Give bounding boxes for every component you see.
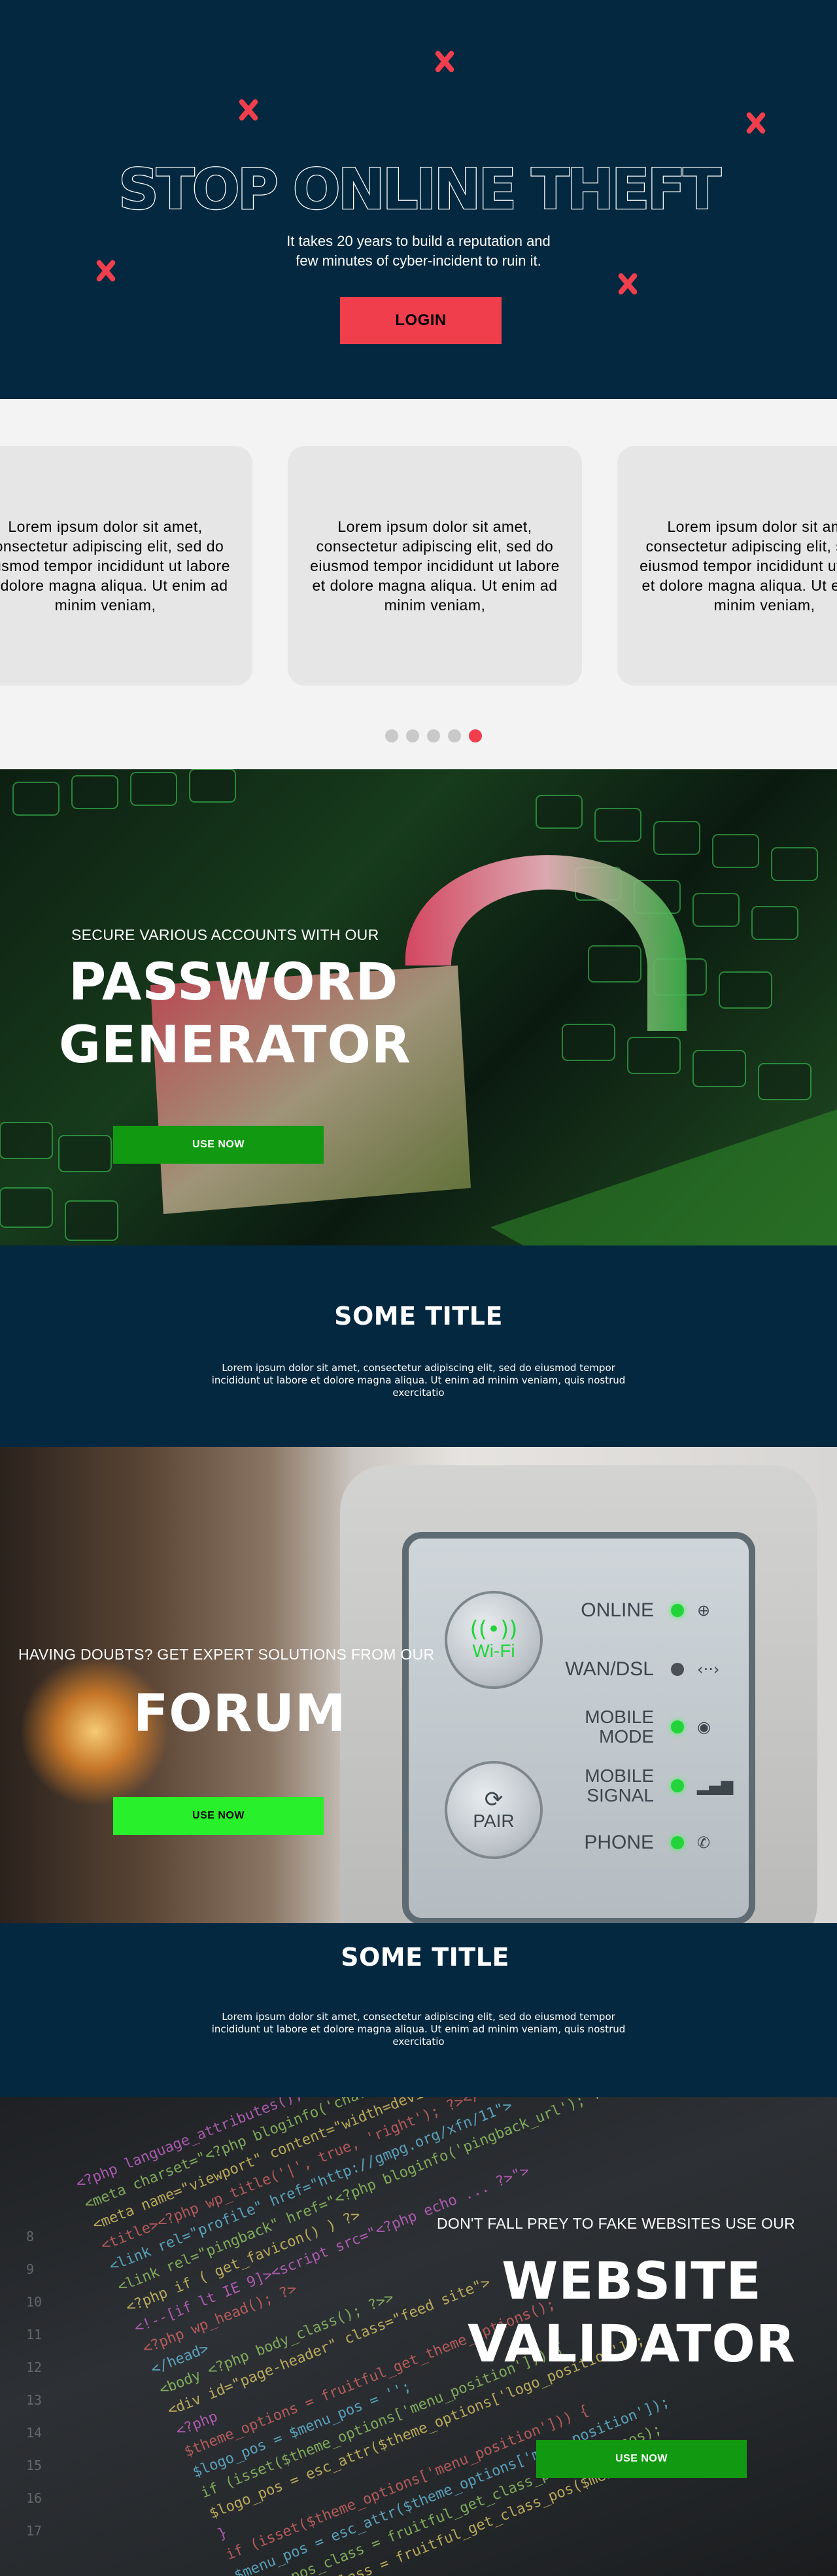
antenna-icon: ◉	[697, 1718, 711, 1736]
router-led-mobile-mode: MOBILE MODE ◉	[562, 1707, 723, 1747]
hero-title: STOP ONLINE THEFT	[0, 156, 837, 224]
carousel-card-text: Lorem ipsum dolor sit amet, consectetur …	[310, 518, 560, 614]
hero-section: STOP ONLINE THEFT It takes 20 years to b…	[0, 0, 837, 399]
carousel-card: Lorem ipsum dolor sit amet, consectetur …	[288, 446, 582, 686]
led-label: MOBILE SIGNAL	[585, 1766, 654, 1805]
carousel-card-text: Lorem ipsum dolor sit amet, consectetur …	[640, 518, 837, 614]
forum-use-now-button[interactable]: USE NOW	[113, 1797, 324, 1835]
password-eyebrow: SECURE VARIOUS ACCOUNTS WITH OUR	[71, 926, 379, 944]
password-title: PASSWORD GENERATOR	[59, 951, 411, 1077]
svg-text:<link rel="profile" href="http: <link rel="profile" href="http://gmpg.or…	[107, 2097, 515, 2274]
hero-subtitle-line: It takes 20 years to build a reputation …	[286, 233, 551, 249]
phone-icon: ✆	[697, 1834, 711, 1852]
led-indicator	[671, 1720, 684, 1733]
carousel-dot[interactable]	[385, 729, 398, 742]
login-button[interactable]: LOGIN	[340, 297, 502, 344]
password-title-line: GENERATOR	[59, 1016, 411, 1075]
led-indicator	[671, 1604, 684, 1617]
info-section-2: SOME TITLE Lorem ipsum dolor sit amet, c…	[0, 1923, 837, 2097]
cross-decoration-icon	[235, 97, 262, 123]
carousel-dot[interactable]	[448, 729, 461, 742]
router-led-wan: WAN/DSL ‹··›	[562, 1660, 723, 1679]
network-icon: ‹··›	[697, 1660, 720, 1679]
router-wifi-button: ((•)) Wi-Fi	[445, 1591, 543, 1689]
info-text: Lorem ipsum dolor sit amet, consectetur …	[211, 1362, 626, 1399]
led-label: ONLINE	[581, 1599, 654, 1621]
validator-eyebrow: DON'T FALL PREY TO FAKE WEBSITES USE OUR	[437, 2215, 795, 2233]
cross-decoration-icon	[93, 258, 119, 284]
router-pair-label: PAIR	[473, 1811, 515, 1831]
svg-text:16: 16	[26, 2490, 42, 2506]
svg-text:}: }	[215, 2524, 230, 2543]
carousel-pagination	[385, 729, 482, 742]
led-label: PHONE	[584, 1832, 654, 1853]
forum-title: FORUM	[133, 1684, 347, 1743]
forum-eyebrow-text: HAVING DOUBTS? GET EXPERT SOLUTIONS FROM…	[18, 1646, 435, 1663]
svg-text:8: 8	[26, 2229, 34, 2244]
globe-icon: ⊕	[697, 1601, 711, 1620]
svg-text:11: 11	[26, 2327, 42, 2342]
svg-text:17: 17	[26, 2523, 42, 2539]
testimonial-carousel: Lorem ipsum dolor sit amet, consectetur …	[0, 399, 837, 769]
svg-text:12: 12	[26, 2359, 42, 2375]
hero-subtitle: It takes 20 years to build a reputation …	[222, 232, 615, 271]
router-led-online: ONLINE ⊕	[562, 1601, 723, 1620]
router-pair-button: ⟳ PAIR	[445, 1761, 543, 1859]
info-title: SOME TITLE	[341, 1943, 509, 1972]
svg-text:13: 13	[26, 2392, 42, 2408]
sync-icon: ⟳	[484, 1786, 504, 1813]
forum-section: ((•)) Wi-Fi ⟳ PAIR ONLINE ⊕ WAN/DSL ‹··›…	[0, 1447, 837, 1923]
svg-text:15: 15	[26, 2458, 42, 2473]
cross-decoration-icon	[615, 271, 641, 297]
validator-eyebrow-text: DON'T FALL PREY TO FAKE WEBSITES USE OUR	[437, 2215, 796, 2232]
carousel-dot[interactable]	[406, 729, 419, 742]
validator-title-line: VALIDATOR	[468, 2315, 796, 2374]
carousel-dot-active[interactable]	[469, 729, 482, 742]
wifi-icon: ((•))	[470, 1616, 518, 1643]
carousel-dot[interactable]	[427, 729, 440, 742]
cross-decoration-icon	[432, 48, 458, 75]
carousel-card-text: Lorem ipsum dolor sit amet, consectetur …	[0, 518, 230, 614]
led-indicator	[671, 1779, 684, 1792]
hero-subtitle-line: few minutes of cyber-incident to ruin it…	[296, 252, 541, 269]
router-led-phone: PHONE ✆	[562, 1833, 723, 1853]
password-title-line: PASSWORD	[69, 953, 399, 1012]
password-generator-section: SECURE VARIOUS ACCOUNTS WITH OUR PASSWOR…	[0, 769, 837, 1245]
carousel-card: Lorem ipsum dolor sit amet, consectetur …	[0, 446, 252, 686]
led-label: WAN/DSL	[565, 1658, 654, 1680]
info-section-1: SOME TITLE Lorem ipsum dolor sit amet, c…	[0, 1245, 837, 1447]
svg-text:14: 14	[26, 2425, 42, 2441]
led-indicator	[671, 1836, 684, 1849]
router-wifi-label: Wi-Fi	[472, 1641, 515, 1661]
info-title: SOME TITLE	[334, 1302, 503, 1331]
led-label: MOBILE MODE	[585, 1707, 654, 1747]
password-eyebrow-text: SECURE VARIOUS ACCOUNTS WITH OUR	[71, 926, 379, 943]
signal-bars-icon: ▂▄▆	[697, 1777, 734, 1795]
website-validator-section: <?php language_attributes(); ?> <meta ch…	[0, 2097, 837, 2576]
cross-decoration-icon	[743, 110, 769, 136]
validator-title-line: WEBSITE	[502, 2252, 762, 2311]
validator-title: WEBSITE VALIDATOR	[462, 2250, 802, 2376]
forum-eyebrow: HAVING DOUBTS? GET EXPERT SOLUTIONS FROM…	[18, 1646, 434, 1663]
info-text: Lorem ipsum dolor sit amet, consectetur …	[211, 2011, 626, 2047]
router-led-mobile-signal: MOBILE SIGNAL ▂▄▆	[562, 1766, 734, 1805]
hero-title-text: STOP ONLINE THEFT	[118, 156, 723, 224]
svg-text:9: 9	[26, 2261, 34, 2277]
validator-use-now-button[interactable]: USE NOW	[536, 2440, 747, 2478]
carousel-card: Lorem ipsum dolor sit amet, consectetur …	[617, 446, 837, 686]
svg-text:10: 10	[26, 2294, 42, 2310]
password-use-now-button[interactable]: USE NOW	[113, 1126, 324, 1164]
led-indicator	[671, 1663, 684, 1676]
